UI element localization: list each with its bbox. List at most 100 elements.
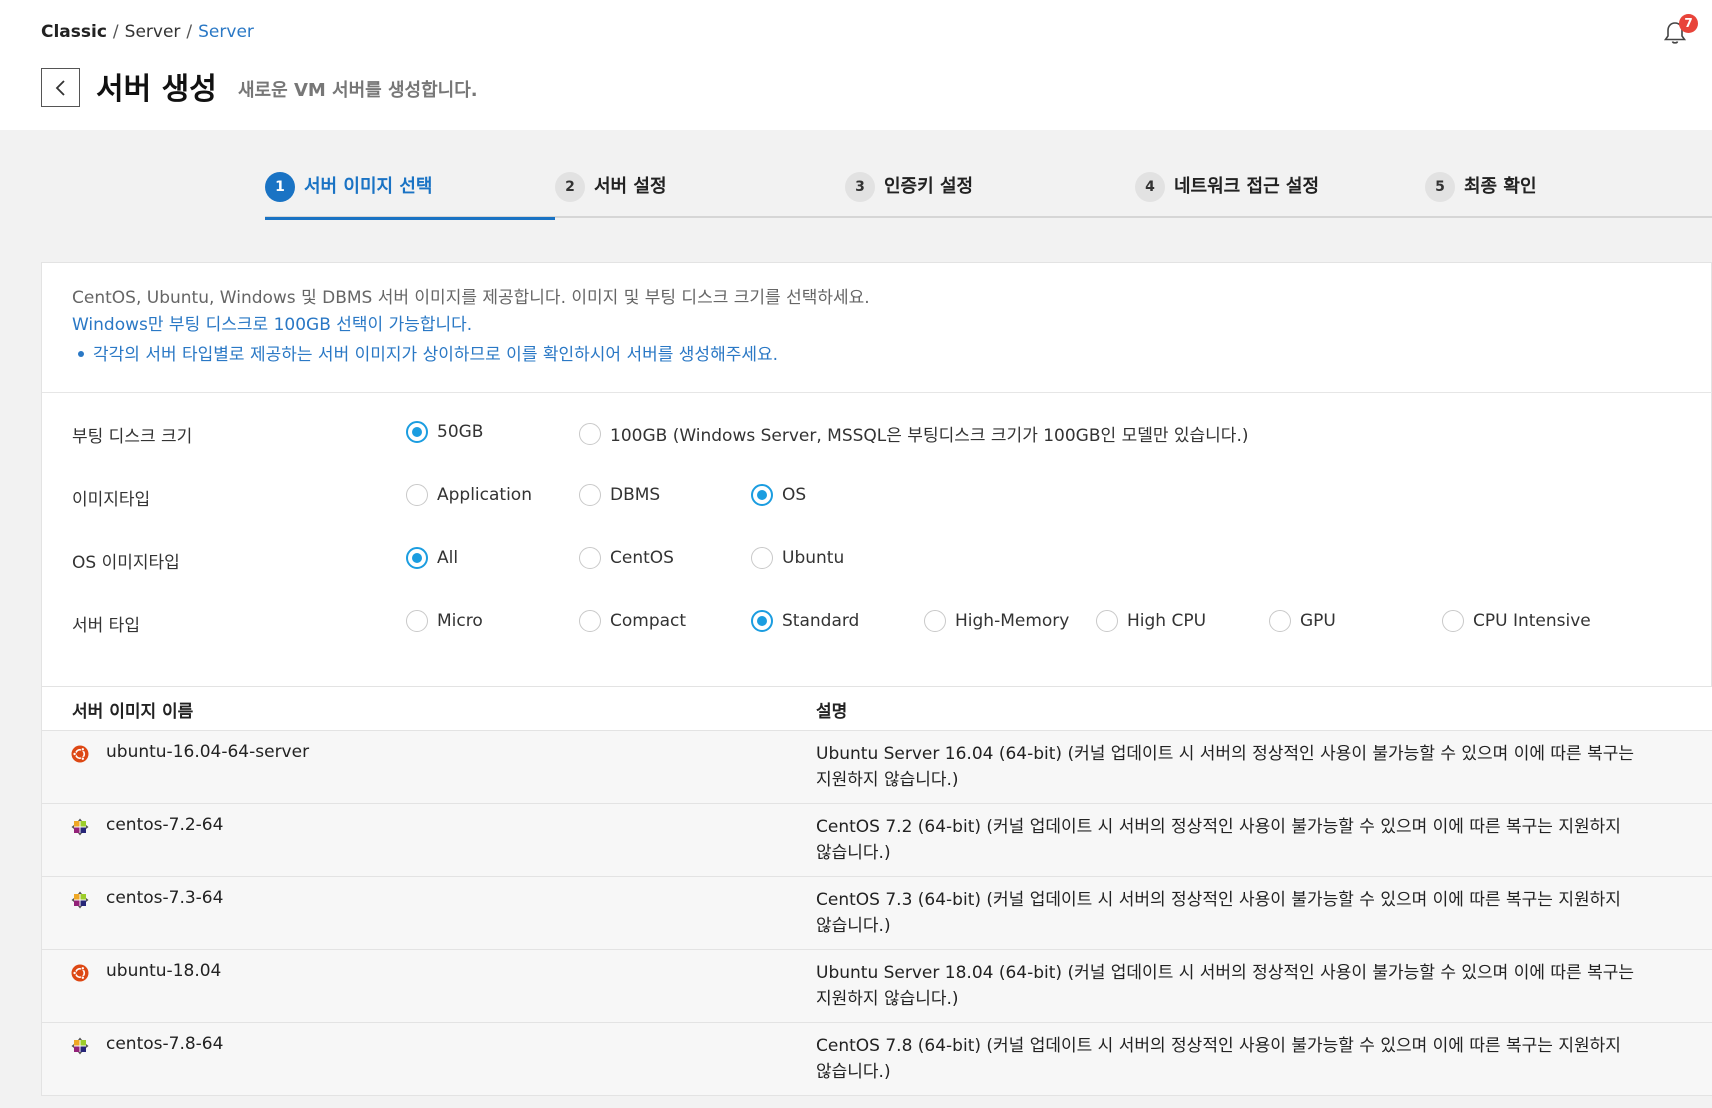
radio-circle — [924, 610, 946, 632]
breadcrumb-current[interactable]: Server — [198, 22, 254, 42]
radio-label: GPU — [1300, 611, 1336, 631]
image-description: Ubuntu Server 18.04 (64-bit) (커널 업데이트 시 … — [816, 963, 1635, 1009]
radio-circle — [406, 421, 428, 443]
image-description: CentOS 7.3 (64-bit) (커널 업데이트 시 서버의 정상적인 … — [816, 890, 1621, 936]
page-subtitle: 새로운 VM 서버를 생성합니다. — [238, 80, 478, 101]
step-label: 네트워크 접근 설정 — [1174, 176, 1320, 197]
table-header: 서버 이미지 이름 설명 — [42, 686, 1712, 731]
chevron-left-icon — [55, 79, 65, 96]
radio-image-dbms[interactable]: DBMS — [579, 484, 660, 506]
table-row[interactable]: centos-7.8-64 CentOS 7.8 (64-bit) (커널 업데… — [42, 1023, 1712, 1096]
step-number: 4 — [1135, 172, 1165, 202]
radio-server-micro[interactable]: Micro — [406, 610, 483, 632]
image-type-row: 이미지타입 Application DBMS OS — [72, 482, 1692, 512]
breadcrumb-root[interactable]: Classic — [41, 22, 107, 42]
column-header-name: 서버 이미지 이름 — [72, 702, 194, 722]
radio-os-all[interactable]: All — [406, 547, 458, 569]
step-server-image[interactable]: 1 서버 이미지 선택 — [265, 172, 556, 220]
radio-server-gpu[interactable]: GPU — [1269, 610, 1336, 632]
radio-circle — [1442, 610, 1464, 632]
image-description: CentOS 7.2 (64-bit) (커널 업데이트 시 서버의 정상적인 … — [816, 817, 1621, 863]
image-name: ubuntu-18.04 — [106, 961, 222, 981]
centos-icon — [71, 818, 89, 836]
step-network-access[interactable]: 4 네트워크 접근 설정 — [1135, 172, 1319, 218]
radio-label: DBMS — [610, 485, 661, 505]
radio-circle — [406, 547, 428, 569]
notification-badge: 7 — [1679, 14, 1698, 33]
radio-boot-100gb[interactable]: 100GB (Windows Server, MSSQL은 부팅디스크 크기가 … — [579, 421, 1249, 446]
radio-os-centos[interactable]: CentOS — [579, 547, 674, 569]
radio-label: All — [437, 548, 459, 568]
radio-circle — [406, 484, 428, 506]
column-header-description: 설명 — [816, 702, 848, 722]
info-text: CentOS, Ubuntu, Windows 및 DBMS 서버 이미지를 제… — [72, 288, 870, 308]
image-selection-panel: CentOS, Ubuntu, Windows 및 DBMS 서버 이미지를 제… — [41, 262, 1712, 1096]
radio-label: Micro — [437, 611, 483, 631]
step-auth-key[interactable]: 3 인증키 설정 — [845, 172, 973, 218]
notifications-button[interactable]: 7 — [1663, 14, 1698, 48]
table-row[interactable]: centos-7.2-64 CentOS 7.2 (64-bit) (커널 업데… — [42, 804, 1712, 877]
step-number: 1 — [265, 172, 295, 202]
table-row[interactable]: centos-7.3-64 CentOS 7.3 (64-bit) (커널 업데… — [42, 877, 1712, 950]
image-name: centos-7.2-64 — [106, 815, 224, 835]
table-row[interactable]: ubuntu-16.04-64-server Ubuntu Server 16.… — [42, 731, 1712, 804]
radio-label: Ubuntu — [782, 548, 845, 568]
radio-label: CentOS — [610, 548, 674, 568]
radio-circle — [1269, 610, 1291, 632]
image-description: Ubuntu Server 16.04 (64-bit) (커널 업데이트 시 … — [816, 744, 1635, 790]
step-final-confirm[interactable]: 5 최종 확인 — [1425, 172, 1537, 218]
radio-server-compact[interactable]: Compact — [579, 610, 686, 632]
radio-label: High CPU — [1127, 611, 1207, 631]
step-number: 2 — [555, 172, 585, 202]
step-label: 서버 설정 — [594, 176, 667, 197]
breadcrumb: Classic / Server / Server — [41, 22, 254, 42]
back-button[interactable] — [41, 68, 80, 107]
image-name: centos-7.8-64 — [106, 1034, 224, 1054]
breadcrumb-separator: / — [112, 22, 119, 42]
step-label: 인증키 설정 — [884, 176, 974, 197]
radio-circle — [751, 610, 773, 632]
os-image-type-row: OS 이미지타입 All CentOS Ubuntu — [72, 545, 1692, 575]
breadcrumb-separator: / — [186, 22, 193, 42]
radio-label: 100GB (Windows Server, MSSQL은 부팅디스크 크기가 … — [610, 426, 1249, 446]
bullet-icon — [78, 350, 84, 357]
server-type-row: 서버 타입 Micro Compact Standard High-Memory… — [72, 608, 1692, 638]
radio-circle — [579, 484, 601, 506]
radio-label: Compact — [610, 611, 687, 631]
radio-os-ubuntu[interactable]: Ubuntu — [751, 547, 844, 569]
info-bullet-text: 각각의 서버 타입별로 제공하는 서버 이미지가 상이하므로 이를 확인하시어 … — [93, 345, 779, 365]
radio-image-os[interactable]: OS — [751, 484, 806, 506]
radio-circle — [406, 610, 428, 632]
radio-server-high-cpu[interactable]: High CPU — [1096, 610, 1206, 632]
boot-disk-label: 부팅 디스크 크기 — [72, 427, 193, 447]
os-image-type-label: OS 이미지타입 — [72, 553, 180, 573]
info-windows-note: Windows만 부팅 디스크로 100GB 선택이 가능합니다. — [72, 315, 473, 335]
step-label: 최종 확인 — [1464, 176, 1537, 197]
step-server-settings[interactable]: 2 서버 설정 — [555, 172, 667, 218]
table-row[interactable]: ubuntu-18.04 Ubuntu Server 18.04 (64-bit… — [42, 950, 1712, 1023]
radio-server-standard[interactable]: Standard — [751, 610, 859, 632]
server-type-label: 서버 타입 — [72, 616, 140, 636]
step-number: 5 — [1425, 172, 1455, 202]
image-name: ubuntu-16.04-64-server — [106, 742, 310, 762]
radio-circle — [1096, 610, 1118, 632]
radio-circle — [751, 547, 773, 569]
ubuntu-icon — [71, 745, 89, 763]
radio-server-cpu-intensive[interactable]: CPU Intensive — [1442, 610, 1591, 632]
radio-label: Application — [437, 485, 532, 505]
wizard-steps: 1 서버 이미지 선택 2 서버 설정 3 인증키 설정 4 네트워크 접근 설… — [265, 172, 1712, 220]
radio-boot-50gb[interactable]: 50GB — [406, 421, 483, 443]
radio-label: Standard — [782, 611, 860, 631]
centos-icon — [71, 1037, 89, 1055]
radio-image-application[interactable]: Application — [406, 484, 532, 506]
radio-server-high-memory[interactable]: High-Memory — [924, 610, 1069, 632]
step-number: 3 — [845, 172, 875, 202]
radio-circle — [579, 422, 601, 445]
image-description: CentOS 7.8 (64-bit) (커널 업데이트 시 서버의 정상적인 … — [816, 1036, 1621, 1082]
page-header: Classic / Server / Server 7 서버 생성 새로운 VM… — [0, 0, 1712, 130]
server-image-table: 서버 이미지 이름 설명 ubuntu-16.04-64-server Ubun… — [42, 686, 1712, 1096]
radio-label: 50GB — [437, 422, 484, 442]
info-notice: CentOS, Ubuntu, Windows 및 DBMS 서버 이미지를 제… — [42, 263, 1712, 393]
step-label: 서버 이미지 선택 — [304, 176, 433, 197]
breadcrumb-middle[interactable]: Server — [125, 22, 181, 42]
